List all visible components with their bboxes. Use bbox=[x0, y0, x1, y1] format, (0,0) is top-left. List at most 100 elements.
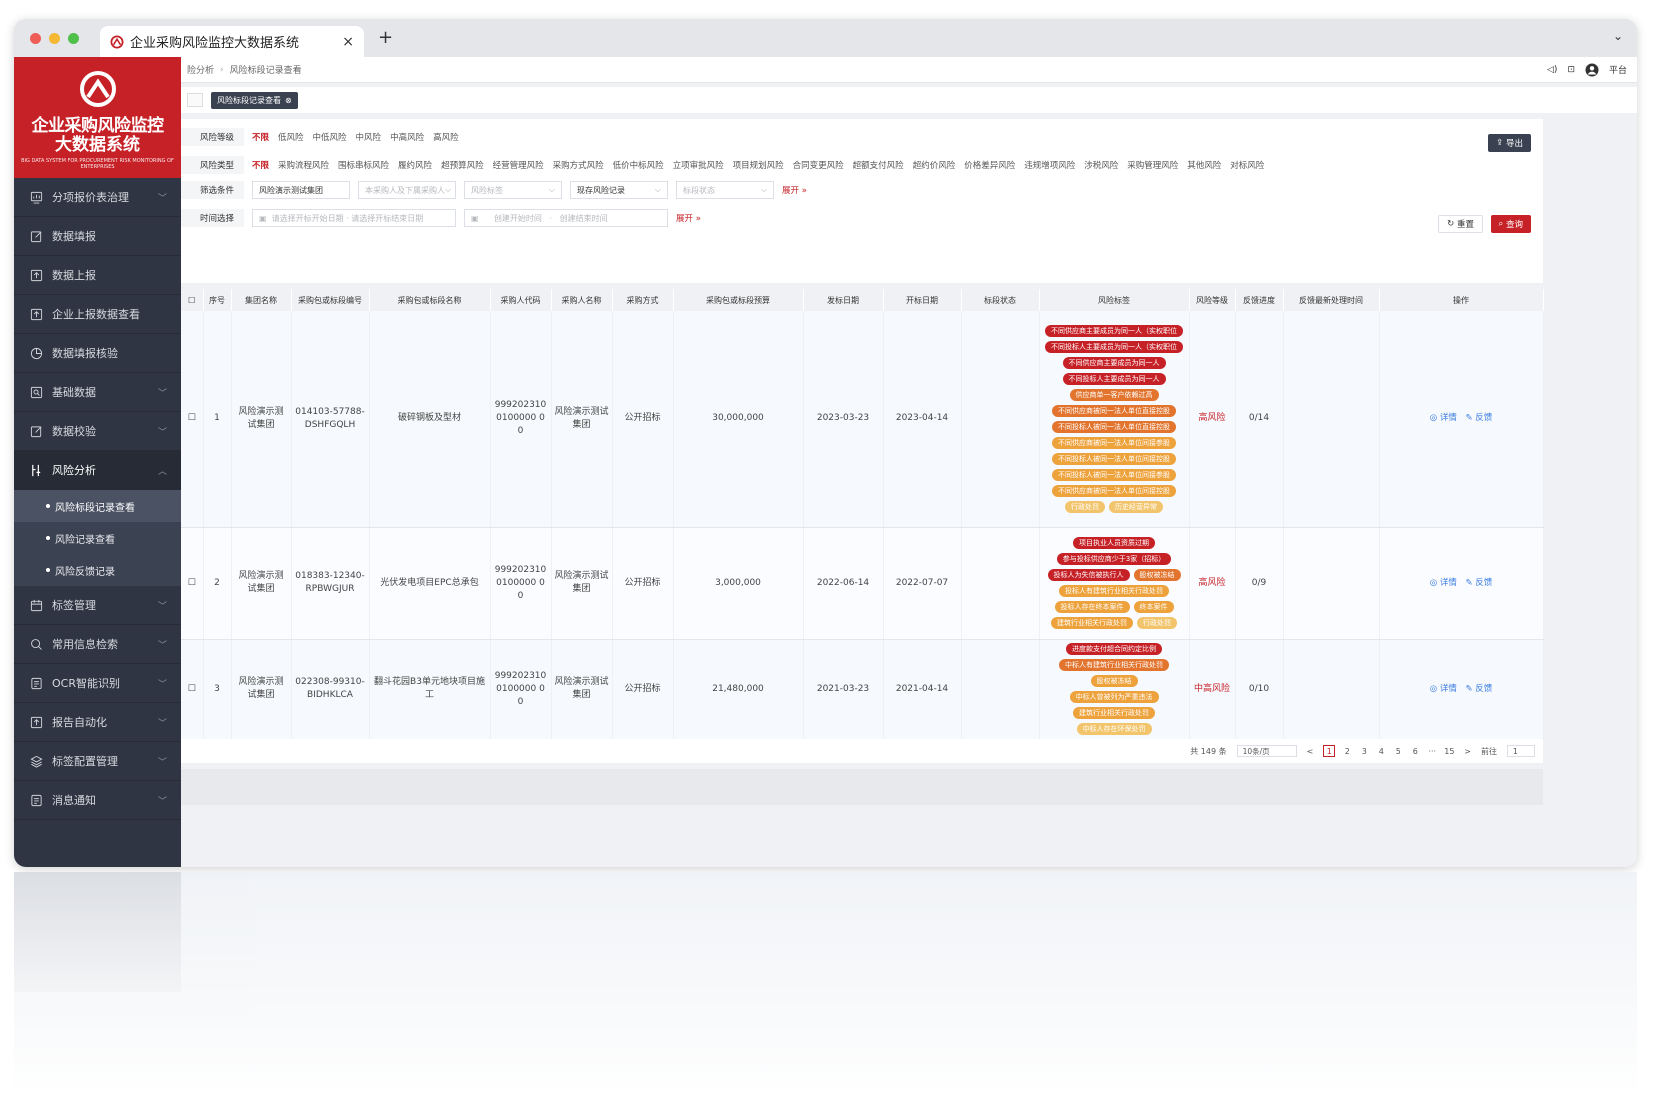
filter-row-screen: 筛选条件 风险演示测试集团 本采购人及下属采购人 ⌵ 风险标签 ⌵ 现存风险记录 ⌵ … bbox=[181, 181, 807, 199]
breadcrumb-parent[interactable]: 险分析 bbox=[187, 63, 214, 76]
close-tag-icon[interactable]: ⊗ bbox=[285, 96, 292, 105]
filter-option[interactable]: 采购流程风险 bbox=[278, 159, 329, 171]
sidebar-item[interactable]: 企业上报数据查看 bbox=[14, 295, 181, 334]
buyer-unit-placeholder: 本采购人及下属采购人 bbox=[365, 185, 445, 195]
page-number[interactable]: ··· bbox=[1427, 747, 1437, 756]
avatar-icon[interactable] bbox=[1585, 63, 1599, 77]
new-tab-button[interactable]: + bbox=[378, 27, 393, 48]
next-page-button[interactable]: > bbox=[1464, 747, 1471, 756]
filter-option[interactable]: 违规增项风险 bbox=[1024, 159, 1075, 171]
export-button[interactable]: ⇪ 导出 bbox=[1488, 134, 1531, 152]
maximize-window-dot[interactable] bbox=[68, 33, 79, 44]
chevron-down-icon: ⌵ bbox=[760, 185, 767, 194]
open-date-range-picker[interactable]: ▣ 请选择开标开始日期 · 请选择开标结束日期 bbox=[252, 209, 456, 227]
detail-link[interactable]: ◎ 详情 bbox=[1430, 684, 1457, 694]
tags-bar-ghost-tag[interactable] bbox=[187, 93, 203, 107]
group-select[interactable]: 风险演示测试集团 bbox=[252, 181, 350, 199]
minimize-window-dot[interactable] bbox=[49, 33, 60, 44]
filter-option[interactable]: 采购方式风险 bbox=[553, 159, 604, 171]
page-number[interactable]: 15 bbox=[1444, 747, 1454, 756]
filter-option[interactable]: 项目规划风险 bbox=[733, 159, 784, 171]
table-row: ☐ 2 风险演示测试集团 018383-12340-RPBWGJUR 光伏发电项目EPC… bbox=[181, 527, 1544, 640]
section-status-select[interactable]: 标段状态 ⌵ bbox=[676, 181, 774, 199]
tab-list-chevron-icon[interactable]: ⌄ bbox=[1613, 29, 1623, 43]
filter-option[interactable]: 中高风险 bbox=[390, 131, 424, 143]
detail-link[interactable]: ◎ 详情 bbox=[1430, 578, 1457, 588]
page-number[interactable]: 4 bbox=[1376, 747, 1386, 756]
filter-option[interactable]: 中低风险 bbox=[313, 131, 347, 143]
filter-option[interactable]: 超约价风险 bbox=[913, 159, 956, 171]
page-size-select[interactable]: 10条/页 bbox=[1236, 745, 1297, 757]
sidebar-item[interactable]: 基础数据 ﹀ bbox=[14, 373, 181, 412]
browser-tab[interactable]: 企业采购风险监控大数据系统 × bbox=[100, 26, 364, 57]
sidebar-item[interactable]: OCR智能识别 ﹀ bbox=[14, 664, 181, 703]
sidebar-item-risk-analysis[interactable]: 风险分析 ︿ bbox=[14, 451, 181, 490]
user-name[interactable]: 平台 bbox=[1609, 63, 1627, 76]
row-checkbox[interactable]: ☐ bbox=[181, 311, 204, 528]
record-select[interactable]: 现存风险记录 ⌵ bbox=[570, 181, 668, 199]
expand-time-link[interactable]: 展开 » bbox=[676, 212, 701, 224]
filter-option[interactable]: 中风险 bbox=[356, 131, 382, 143]
filter-option[interactable]: 低风险 bbox=[278, 131, 304, 143]
sidebar-subitem-feedback-records[interactable]: 风险反馈记录 bbox=[14, 554, 181, 586]
filter-option[interactable]: 不限 bbox=[252, 131, 269, 143]
row-checkbox[interactable]: ☐ bbox=[181, 527, 204, 640]
filter-option[interactable]: 合同变更风险 bbox=[793, 159, 844, 171]
filter-option[interactable]: 超额支付风险 bbox=[853, 159, 904, 171]
page-number[interactable]: 2 bbox=[1342, 747, 1352, 756]
expand-filters-link[interactable]: 展开 » bbox=[782, 184, 807, 196]
query-button[interactable]: ⌕ 查询 bbox=[1490, 215, 1531, 233]
page-number[interactable]: 3 bbox=[1359, 747, 1369, 756]
filter-option[interactable]: 高风险 bbox=[433, 131, 459, 143]
buyer-unit-select[interactable]: 本采购人及下属采购人 ⌵ bbox=[358, 181, 456, 199]
risk-tag-select[interactable]: 风险标签 ⌵ bbox=[464, 181, 562, 199]
close-window-dot[interactable] bbox=[30, 33, 41, 44]
sidebar-item[interactable]: 数据上报 bbox=[14, 256, 181, 295]
feedback-link[interactable]: ✎ 反馈 bbox=[1465, 413, 1492, 423]
sidebar-item[interactable]: 数据填报核验 bbox=[14, 334, 181, 373]
filter-option[interactable]: 履约风险 bbox=[398, 159, 432, 171]
sidebar-item[interactable]: 分项报价表治理 ﹀ bbox=[14, 178, 181, 217]
sidebar-item[interactable]: 数据校验 ﹀ bbox=[14, 412, 181, 451]
filter-option[interactable]: 其他风险 bbox=[1187, 159, 1221, 171]
sidebar-item[interactable]: 报告自动化 ﹀ bbox=[14, 703, 181, 742]
select-all-checkbox[interactable]: ☐ bbox=[181, 289, 204, 311]
sidebar-subitem-risk-records[interactable]: 风险记录查看 bbox=[14, 522, 181, 554]
reset-button[interactable]: ↻ 重置 bbox=[1438, 215, 1483, 233]
cell-buyer-code: 9992023100100000 00 bbox=[490, 639, 552, 740]
sidebar-item[interactable]: 标签配置管理 ﹀ bbox=[14, 742, 181, 781]
create-time-range-picker[interactable]: ▣ 创建开始时间 · 创建结束时间 bbox=[464, 209, 668, 227]
column-header: 反馈最新处理时间 bbox=[1283, 289, 1380, 311]
fullscreen-icon[interactable]: ⊡ bbox=[1567, 65, 1575, 75]
sidebar-item[interactable]: 消息通知 ﹀ bbox=[14, 781, 181, 820]
bullet-icon bbox=[46, 568, 50, 572]
close-tab-icon[interactable]: × bbox=[342, 34, 354, 50]
page-number[interactable]: 1 bbox=[1323, 745, 1336, 757]
prev-page-button[interactable]: < bbox=[1307, 747, 1314, 756]
sidebar-subitem-risk-section-records[interactable]: 风险标段记录查看 bbox=[14, 490, 181, 522]
row-checkbox[interactable]: ☐ bbox=[181, 639, 204, 740]
filter-option[interactable]: 低价中标风险 bbox=[613, 159, 664, 171]
range-separator: · bbox=[343, 213, 352, 223]
feedback-link[interactable]: ✎ 反馈 bbox=[1465, 578, 1492, 588]
filter-option[interactable]: 涉税风险 bbox=[1084, 159, 1118, 171]
filter-option[interactable]: 价格差异风险 bbox=[964, 159, 1015, 171]
sidebar-item[interactable]: 标签管理 ﹀ bbox=[14, 586, 181, 625]
filter-option[interactable]: 围标串标风险 bbox=[338, 159, 389, 171]
filter-option[interactable]: 对标风险 bbox=[1230, 159, 1264, 171]
filter-option[interactable]: 立项审批风险 bbox=[673, 159, 724, 171]
filter-option[interactable]: 经营管理风险 bbox=[493, 159, 544, 171]
goto-page-value: 1 bbox=[1513, 746, 1518, 756]
speaker-icon[interactable]: ◁) bbox=[1547, 65, 1557, 75]
sidebar-item[interactable]: 数据填报 bbox=[14, 217, 181, 256]
page-number[interactable]: 5 bbox=[1393, 747, 1403, 756]
filter-option[interactable]: 采购管理风险 bbox=[1127, 159, 1178, 171]
feedback-link[interactable]: ✎ 反馈 bbox=[1465, 684, 1492, 694]
page-number[interactable]: 6 bbox=[1410, 747, 1420, 756]
goto-page-input[interactable]: 1 bbox=[1507, 745, 1535, 757]
active-page-tag[interactable]: 风险标段记录查看 ⊗ bbox=[211, 91, 298, 109]
detail-link[interactable]: ◎ 详情 bbox=[1430, 413, 1457, 423]
filter-option[interactable]: 不限 bbox=[252, 159, 269, 171]
filter-option[interactable]: 超预算风险 bbox=[441, 159, 484, 171]
sidebar-item[interactable]: 常用信息检索 ﹀ bbox=[14, 625, 181, 664]
